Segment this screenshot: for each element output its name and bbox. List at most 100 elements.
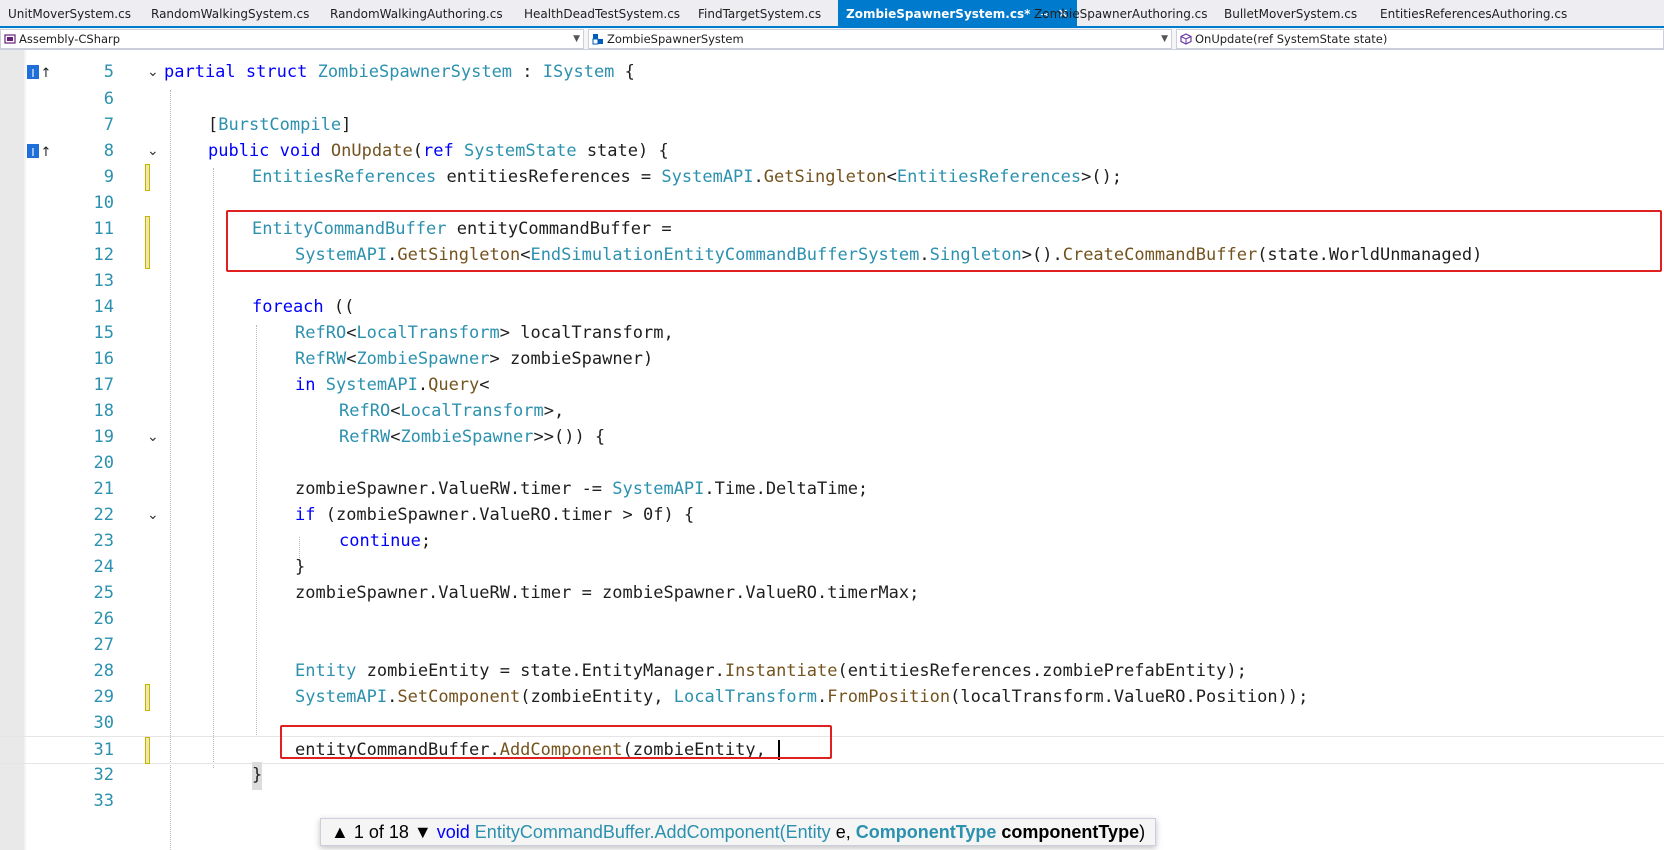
tab-bulletmoversystem[interactable]: BulletMoverSystem.cs bbox=[1216, 0, 1365, 26]
svg-text:I: I bbox=[31, 67, 34, 80]
change-marker bbox=[145, 737, 150, 764]
collapse-icon[interactable]: ⌄ bbox=[147, 144, 159, 158]
code-line: 24 } bbox=[0, 554, 1664, 582]
line-number: 11 bbox=[93, 219, 114, 239]
member-name: OnUpdate(ref SystemState state) bbox=[1195, 32, 1388, 46]
project-name: Assembly-CSharp bbox=[19, 32, 121, 46]
line-number: 28 bbox=[93, 661, 114, 681]
line-number: 33 bbox=[93, 791, 114, 811]
line-number: 16 bbox=[93, 349, 114, 369]
code-text: RefRO<LocalTransform>, bbox=[339, 401, 565, 421]
code-text: public void OnUpdate(ref SystemState sta… bbox=[208, 141, 669, 161]
tab-randomwalkingsystem[interactable]: RandomWalkingSystem.cs bbox=[143, 0, 317, 26]
text-caret bbox=[778, 740, 781, 760]
code-line: 29 SystemAPI.SetComponent(zombieEntity, … bbox=[0, 684, 1664, 712]
code-text: if (zombieSpawner.ValueRO.timer > 0f) { bbox=[295, 505, 695, 525]
code-text: partial struct ZombieSpawnerSystem : ISy… bbox=[164, 62, 635, 82]
code-text: RefRO<LocalTransform> localTransform, bbox=[295, 323, 674, 343]
code-editor[interactable]: 4 I↑ 5 ⌄ partial struct ZombieSpawnerSys… bbox=[0, 50, 1664, 850]
line-number: 7 bbox=[103, 115, 114, 135]
code-text: EntitiesReferences entitiesReferences = … bbox=[252, 167, 1123, 187]
code-line: 9 EntitiesReferences entitiesReferences … bbox=[0, 164, 1664, 192]
tab-zombiespawnerauthoring[interactable]: ZombieSpawnerAuthoring.cs bbox=[1026, 0, 1216, 26]
line-number: 27 bbox=[93, 635, 114, 655]
code-text: } bbox=[295, 557, 306, 577]
implements-interface-icon[interactable]: I ↑ bbox=[27, 64, 53, 81]
code-text[interactable]: entityCommandBuffer.AddComponent(zombieE… bbox=[295, 737, 781, 765]
line-number: 15 bbox=[93, 323, 114, 343]
code-text: SystemAPI.SetComponent(zombieEntity, Loc… bbox=[295, 687, 1309, 707]
code-line: 28 Entity zombieEntity = state.EntityMan… bbox=[0, 658, 1664, 686]
code-line: 18 RefRO<LocalTransform>, bbox=[0, 398, 1664, 426]
implements-interface-icon[interactable]: I ↑ bbox=[27, 143, 53, 160]
line-number: 23 bbox=[93, 531, 114, 551]
code-line: 7 [BurstCompile] bbox=[0, 112, 1664, 140]
tab-randomwalkingauthoring[interactable]: RandomWalkingAuthoring.cs bbox=[322, 0, 511, 26]
code-text: continue; bbox=[339, 531, 432, 551]
code-line: 33 bbox=[0, 788, 1664, 816]
code-line: 19 ⌄ RefRW<ZombieSpawner>>()) { bbox=[0, 424, 1664, 452]
line-number: 25 bbox=[93, 583, 114, 603]
line-number: 31 bbox=[93, 740, 114, 760]
param1-name: e, bbox=[835, 822, 851, 842]
tab-label: UnitMoverSystem.cs bbox=[8, 7, 131, 21]
code-line: 11 EntityCommandBuffer entityCommandBuff… bbox=[0, 216, 1664, 269]
code-line: 25 zombieSpawner.ValueRW.timer = zombieS… bbox=[0, 580, 1664, 608]
overload-up-button[interactable]: ▲ bbox=[331, 822, 349, 842]
code-line: 30 bbox=[0, 710, 1664, 738]
code-line: 27 bbox=[0, 632, 1664, 660]
method-signature: EntityCommandBuffer.AddComponent( bbox=[474, 822, 786, 842]
tab-findtargetsystem[interactable]: FindTargetSystem.cs bbox=[690, 0, 829, 26]
project-dropdown[interactable]: Assembly-CSharp ▼ bbox=[0, 29, 584, 49]
code-line: 22 ⌄ if (zombieSpawner.ValueRO.timer > 0… bbox=[0, 502, 1664, 530]
line-number: 22 bbox=[93, 505, 114, 525]
code-line: I ↑ 5 ⌄ partial struct ZombieSpawnerSyste… bbox=[0, 59, 1664, 87]
overload-down-button[interactable]: ▼ bbox=[414, 822, 432, 842]
tab-label: RandomWalkingAuthoring.cs bbox=[330, 7, 503, 21]
code-line: 20 bbox=[0, 450, 1664, 478]
line-number: 19 bbox=[93, 427, 114, 447]
parameter-info-tooltip: ▲ 1 of 18 ▼ void EntityCommandBuffer.Add… bbox=[320, 818, 1157, 846]
code-text: foreach (( bbox=[252, 297, 355, 317]
overload-counter: 1 of 18 bbox=[353, 822, 409, 842]
code-line: 12 SystemAPI.GetSingleton<EndSimulationE… bbox=[0, 242, 1664, 270]
chevron-down-icon: ▼ bbox=[1161, 34, 1168, 44]
code-text: SystemAPI.GetSingleton<EndSimulationEnti… bbox=[295, 245, 1483, 265]
line-number: 30 bbox=[93, 713, 114, 733]
csharp-project-icon bbox=[4, 34, 16, 44]
code-line: I ↑ 8 ⌄ public void OnUpdate(ref SystemSt… bbox=[0, 138, 1664, 166]
code-line: 16 RefRW<ZombieSpawner> zombieSpawner) bbox=[0, 346, 1664, 374]
collapse-icon[interactable]: ⌄ bbox=[147, 65, 159, 79]
line-number: 20 bbox=[93, 453, 114, 473]
code-line: 23 continue; bbox=[0, 528, 1664, 556]
close-paren: ) bbox=[1139, 822, 1146, 842]
member-dropdown[interactable]: OnUpdate(ref SystemState state) bbox=[1176, 29, 1664, 49]
change-marker bbox=[145, 684, 150, 711]
tab-healthdeadtestsystem[interactable]: HealthDeadTestSystem.cs bbox=[516, 0, 688, 26]
current-code-line[interactable]: 31 entityCommandBuffer.AddComponent(zomb… bbox=[0, 736, 1664, 764]
line-number: 9 bbox=[103, 167, 114, 187]
code-line: 26 bbox=[0, 606, 1664, 634]
line-number: 26 bbox=[93, 609, 114, 629]
navigation-bar: Assembly-CSharp ▼ ZombieSpawnerSystem ▼ … bbox=[0, 28, 1664, 50]
code-text: zombieSpawner.ValueRW.timer = zombieSpaw… bbox=[295, 583, 920, 603]
tab-unitmoversystem[interactable]: UnitMoverSystem.cs bbox=[0, 0, 139, 26]
line-number: 6 bbox=[103, 89, 114, 109]
collapse-icon[interactable]: ⌄ bbox=[147, 430, 159, 444]
tab-label: FindTargetSystem.cs bbox=[698, 7, 822, 21]
code-text: EntityCommandBuffer entityCommandBuffer … bbox=[252, 219, 672, 239]
tab-label: BulletMoverSystem.cs bbox=[1224, 7, 1358, 21]
code-line: 6 bbox=[0, 86, 1664, 114]
tab-entitiesreferencesauthoring[interactable]: EntitiesReferencesAuthoring.cs bbox=[1372, 0, 1575, 26]
code-line: 15 RefRO<LocalTransform> localTransform, bbox=[0, 320, 1664, 348]
type-dropdown[interactable]: ZombieSpawnerSystem ▼ bbox=[588, 29, 1172, 49]
line-number: 13 bbox=[93, 271, 114, 291]
tab-label: ZombieSpawnerAuthoring.cs bbox=[1034, 7, 1208, 21]
code-line: 21 zombieSpawner.ValueRW.timer -= System… bbox=[0, 476, 1664, 504]
type-name: ZombieSpawnerSystem bbox=[607, 32, 744, 46]
line-number: 5 bbox=[103, 62, 114, 82]
collapse-icon[interactable]: ⌄ bbox=[147, 508, 159, 522]
param2-name: componentType bbox=[1001, 822, 1140, 842]
document-tab-strip: UnitMoverSystem.cs RandomWalkingSystem.c… bbox=[0, 0, 1664, 28]
chevron-down-icon: ▼ bbox=[573, 34, 580, 44]
